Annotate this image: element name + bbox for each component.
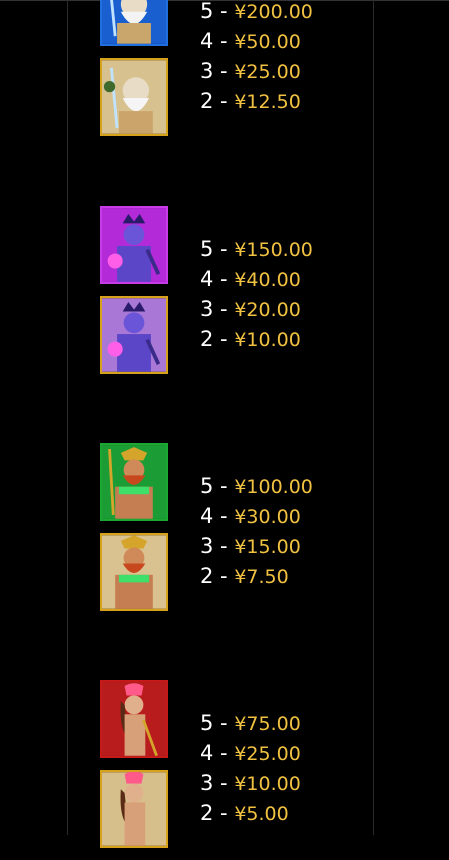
- athena-pay-list: 5 - ¥75.00 4 - ¥25.00 3 - ¥10.00 2 - ¥5.…: [200, 708, 301, 828]
- pay-amount: ¥25.00: [234, 743, 301, 765]
- hades-symbol-icon: [100, 206, 168, 284]
- pay-row: 4 - ¥50.00: [200, 26, 313, 56]
- pay-amount: ¥30.00: [234, 506, 301, 528]
- pay-amount: ¥10.00: [234, 773, 301, 795]
- pay-count: 2: [200, 89, 214, 113]
- pay-row: 4 - ¥40.00: [200, 264, 313, 294]
- pay-row: 3 - ¥20.00: [200, 294, 313, 324]
- poseidon-pay-list: 5 - ¥100.00 4 - ¥30.00 3 - ¥15.00 2 - ¥7…: [200, 471, 313, 591]
- hades-pay-list: 5 - ¥150.00 4 - ¥40.00 3 - ¥20.00 2 - ¥1…: [200, 234, 313, 354]
- pay-count: 4: [200, 267, 214, 291]
- pay-separator: -: [213, 771, 235, 795]
- pay-separator: -: [213, 741, 235, 765]
- pay-count: 5: [200, 0, 214, 23]
- pay-amount: ¥200.00: [234, 1, 313, 23]
- pay-amount: ¥15.00: [234, 536, 301, 558]
- pay-separator: -: [213, 297, 235, 321]
- pay-count: 5: [200, 237, 214, 261]
- pay-separator: -: [213, 267, 235, 291]
- pay-separator: -: [213, 327, 235, 351]
- pay-count: 3: [200, 771, 214, 795]
- pay-separator: -: [213, 89, 235, 113]
- poseidon-symbol-gold-icon: [100, 533, 168, 611]
- poseidon-symbol-icon: [100, 443, 168, 521]
- pay-row: 5 - ¥100.00: [200, 471, 313, 501]
- pay-count: 4: [200, 741, 214, 765]
- pay-count: 4: [200, 29, 214, 53]
- pay-row: 3 - ¥15.00: [200, 531, 313, 561]
- pay-amount: ¥5.00: [234, 803, 289, 825]
- hades-symbol-gold-icon: [100, 296, 168, 374]
- zeus-symbol-gold-icon: [100, 58, 168, 136]
- pay-amount: ¥50.00: [234, 31, 301, 53]
- pay-separator: -: [213, 711, 235, 735]
- pay-separator: -: [213, 504, 235, 528]
- pay-row: 2 - ¥5.00: [200, 798, 301, 828]
- paytable-group-athena: 5 - ¥75.00 4 - ¥25.00 3 - ¥10.00 2 - ¥5.…: [0, 680, 449, 860]
- pay-amount: ¥150.00: [234, 239, 313, 261]
- pay-row: 3 - ¥10.00: [200, 768, 301, 798]
- pay-count: 2: [200, 564, 214, 588]
- pay-separator: -: [213, 59, 235, 83]
- paytable-group-zeus: 5 - ¥200.00 4 - ¥50.00 3 - ¥25.00 2 - ¥1…: [0, 0, 449, 148]
- pay-count: 2: [200, 327, 214, 351]
- pay-count: 5: [200, 474, 214, 498]
- pay-separator: -: [213, 29, 235, 53]
- pay-amount: ¥20.00: [234, 299, 301, 321]
- pay-count: 5: [200, 711, 214, 735]
- pay-count: 4: [200, 504, 214, 528]
- pay-amount: ¥100.00: [234, 476, 313, 498]
- zeus-pay-list: 5 - ¥200.00 4 - ¥50.00 3 - ¥25.00 2 - ¥1…: [200, 0, 313, 116]
- pay-separator: -: [213, 564, 235, 588]
- pay-row: 2 - ¥7.50: [200, 561, 313, 591]
- paytable-group-hades: 5 - ¥150.00 4 - ¥40.00 3 - ¥20.00 2 - ¥1…: [0, 206, 449, 386]
- athena-symbol-gold-icon: [100, 770, 168, 848]
- athena-symbol-icon: [100, 680, 168, 758]
- pay-count: 3: [200, 297, 214, 321]
- pay-separator: -: [213, 474, 235, 498]
- pay-row: 5 - ¥200.00: [200, 0, 313, 26]
- pay-separator: -: [213, 237, 235, 261]
- pay-amount: ¥40.00: [234, 269, 301, 291]
- pay-row: 4 - ¥30.00: [200, 501, 313, 531]
- pay-separator: -: [213, 0, 235, 23]
- pay-count: 2: [200, 801, 214, 825]
- pay-row: 2 - ¥10.00: [200, 324, 313, 354]
- pay-amount: ¥12.50: [234, 91, 301, 113]
- pay-count: 3: [200, 534, 214, 558]
- pay-count: 3: [200, 59, 214, 83]
- paytable-group-poseidon: 5 - ¥100.00 4 - ¥30.00 3 - ¥15.00 2 - ¥7…: [0, 443, 449, 623]
- pay-separator: -: [213, 534, 235, 558]
- pay-amount: ¥25.00: [234, 61, 301, 83]
- pay-row: 5 - ¥75.00: [200, 708, 301, 738]
- pay-row: 3 - ¥25.00: [200, 56, 313, 86]
- pay-row: 5 - ¥150.00: [200, 234, 313, 264]
- pay-separator: -: [213, 801, 235, 825]
- pay-amount: ¥75.00: [234, 713, 301, 735]
- pay-row: 4 - ¥25.00: [200, 738, 301, 768]
- pay-amount: ¥10.00: [234, 329, 301, 351]
- pay-amount: ¥7.50: [234, 566, 289, 588]
- zeus-symbol-icon: [100, 0, 168, 46]
- pay-row: 2 - ¥12.50: [200, 86, 313, 116]
